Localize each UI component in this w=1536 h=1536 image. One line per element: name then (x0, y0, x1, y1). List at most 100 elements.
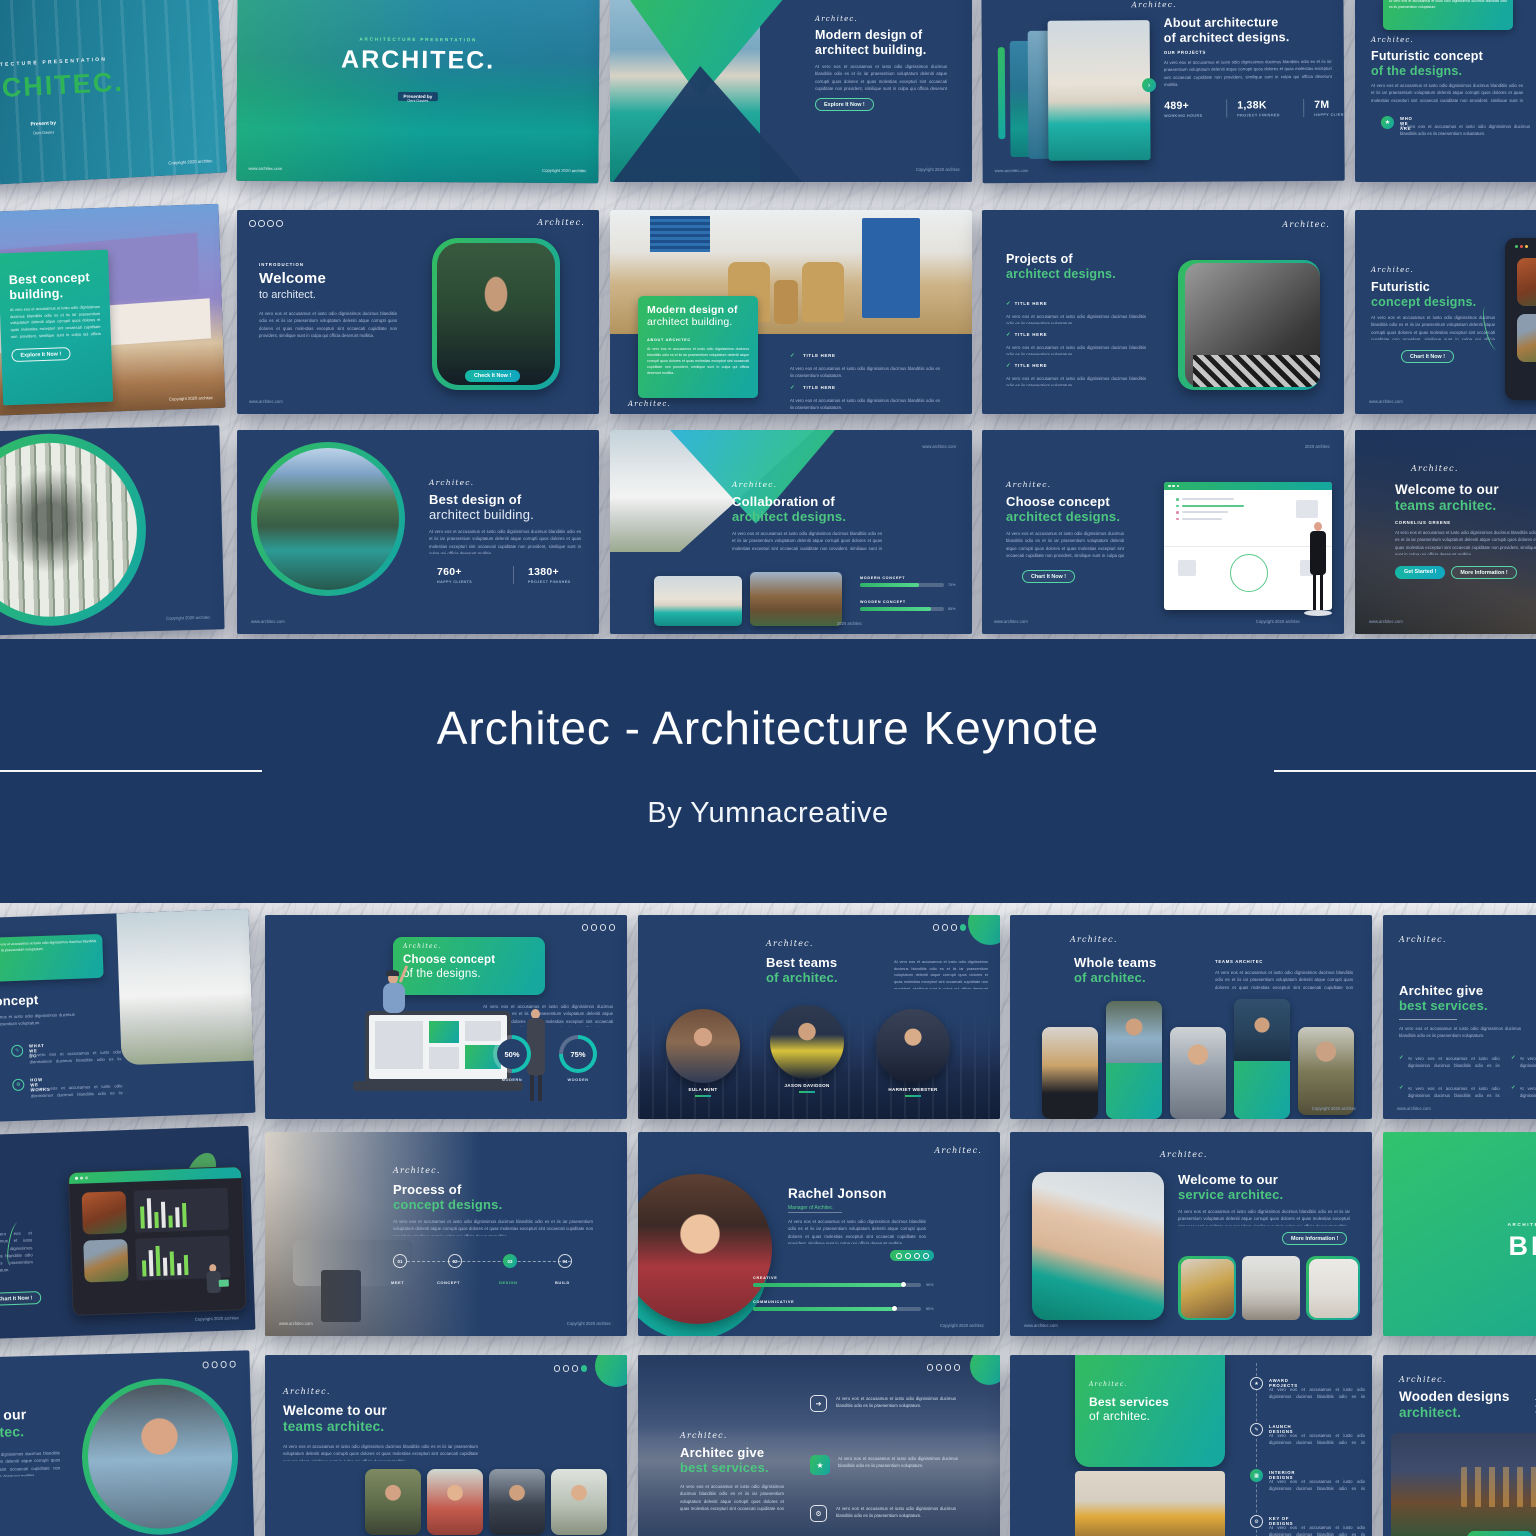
slide-services-checks[interactable]: Architec. Architec givebest services. At… (1383, 915, 1536, 1119)
website-link[interactable]: www.architec.com (1369, 619, 1403, 624)
more-info-button[interactable]: More Information ! (1451, 566, 1516, 579)
sofa-icon: ▦ (1250, 1469, 1263, 1482)
explore-button[interactable]: Explore It Now ! (815, 98, 874, 111)
slide-modern-design-interior[interactable]: Modern design ofarchitect building. ABOU… (610, 210, 972, 414)
title-here-item: ✓ TITLE HERE At vero eos et accusamus et… (790, 376, 940, 409)
blue-slat-window (650, 216, 710, 252)
stat-happy-clients: 760+HAPPY CLIENTS (437, 566, 499, 584)
pinterest-icon (609, 924, 616, 931)
blue-door (862, 218, 920, 318)
slide-welcome-member[interactable]: Welcome to ourteams architec. At vero eo… (0, 1350, 255, 1536)
slide-cover-corridor[interactable]: ARCHITECTURE PRESENTATION ARCHITEC. Pres… (0, 0, 227, 191)
website-link[interactable]: www.architec.com (1369, 399, 1403, 404)
pinterest-icon (276, 220, 283, 227)
rattan-chair (802, 262, 844, 322)
award-icon: ★ (1250, 1377, 1263, 1390)
mini-photo-frame (1178, 1256, 1236, 1320)
divider (1226, 100, 1227, 118)
donut-modern: 50% MODERN (493, 1035, 531, 1082)
slide-choose-concept-illustration[interactable]: Architec. Choose conceptof the designs. … (265, 915, 627, 1119)
body (383, 983, 405, 1013)
brand-logo-script: Architec. (1131, 0, 1176, 9)
slide-dashboard-charts[interactable]: At vero eos et accusamus et iusto odio d… (0, 1126, 255, 1343)
chart-button[interactable]: Chart It Now ! (1401, 350, 1454, 363)
website-link[interactable]: www.architec.com (1397, 1106, 1431, 1111)
website-link[interactable]: www.architec.com (279, 1321, 313, 1326)
website-link[interactable]: www.architec.com (251, 619, 285, 624)
photo-wooden-house-night (1391, 1433, 1536, 1536)
brand-logo-script: Architec. (680, 1431, 728, 1440)
member-card (1298, 1027, 1354, 1115)
title-panel: Architec. Best servicesof architec. (1075, 1355, 1225, 1467)
chevron-right-icon[interactable]: › (1142, 78, 1156, 92)
photo-white-house (116, 909, 253, 1066)
slide-choose-concept-window[interactable]: 2020 architec Architec. Choose conceptar… (982, 430, 1344, 634)
slide-collaboration[interactable]: www.architec.com Architec. Collaboration… (610, 430, 972, 634)
photo-yellow-couch (1075, 1471, 1225, 1536)
slide-services-photo[interactable]: Architec. Architec givebest services. At… (638, 1355, 1000, 1536)
website-link[interactable]: www.architec.com (995, 168, 1029, 173)
slide-best-teams[interactable]: Architec. Best teamsof architec. At vero… (638, 915, 1000, 1119)
item-text: At vero eos et accusamus et iusto odio d… (1269, 1386, 1365, 1400)
shadow (1304, 610, 1332, 616)
slide-process-timeline[interactable]: Architec. Process ofconcept designs. At … (265, 1132, 627, 1336)
copyright: 2020 architec (1305, 444, 1330, 449)
brand-logo-script: Architec. (934, 1146, 982, 1155)
slide-best-concept[interactable]: Best conceptbuilding. At vero eos et acc… (0, 204, 225, 421)
more-info-button[interactable]: More Information ! (1282, 1232, 1347, 1245)
slide-best-services-timeline[interactable]: Architec. Best servicesof architec. ★ AW… (1010, 1355, 1372, 1536)
slide-whole-teams[interactable]: Architec. Whole teamsof architec. TEAMS … (1010, 915, 1372, 1119)
screen-block-green (429, 1021, 459, 1043)
website-link[interactable]: www.architec.com (1024, 1323, 1058, 1328)
member-photo (1234, 999, 1290, 1061)
website-link[interactable]: www.architec.com (994, 619, 1028, 624)
section-label: OUR PROJECTS (1164, 50, 1206, 55)
copyright: Copyright 2020 architec (940, 1323, 984, 1328)
brand-logo-script: Architec. (283, 1387, 331, 1396)
slide-welcome-teams-cta[interactable]: Architec. Welcome to ourteams architec. … (1355, 430, 1536, 634)
slide-futuristic-concept[interactable]: At vero eos et accusamus et iusto odio d… (1355, 0, 1536, 182)
slide-cover-pool[interactable]: Architec. ARCHITECTURE PRESENTATION ARCH… (236, 0, 599, 183)
photo-frame (1178, 260, 1320, 390)
slide-circle-atrium[interactable]: Copyright 2020 architec (0, 425, 225, 638)
slide-title: Whole teamsof architec. (1074, 955, 1156, 986)
chart-button[interactable]: Chart It Now ! (1022, 570, 1075, 583)
slide-what-we-do[interactable]: At vero eos et accusamus et iusto odio d… (0, 909, 255, 1126)
step-label: MEET (391, 1280, 404, 1285)
body-text: At vero eos et accusamus et iusto odio d… (10, 304, 101, 339)
member-photo (666, 1009, 740, 1083)
slide-wooden-designs[interactable]: Architec. Wooden designsarchitect. At ve… (1383, 1355, 1536, 1536)
get-started-button[interactable]: Get Started ! (1395, 566, 1445, 579)
slide-title: Welcome to ourteams architec. (1395, 482, 1499, 514)
slide-best-design[interactable]: Architec. Best design ofarchitect buildi… (237, 430, 599, 634)
body-text: At vero eos et accusamus et iusto odio d… (732, 530, 882, 550)
website-link[interactable]: www.architec.com (249, 399, 283, 404)
website-link[interactable]: www.architec.com (248, 166, 282, 171)
rug-pattern (1193, 355, 1320, 387)
slide-title: Choose conceptarchitect designs. (1006, 494, 1120, 525)
slide-break[interactable]: Architec. ARCHITECTURE PRESENTATION BREA… (1383, 1132, 1536, 1336)
member-photo (1106, 1001, 1162, 1063)
price-tag: $ 456.000 (1467, 1531, 1533, 1536)
slide-futuristic-designs[interactable]: Architec. Futuristicconcept designs. At … (1355, 210, 1536, 414)
slide-welcome-teams[interactable]: Architec. Welcome to ourteams architec. … (265, 1355, 627, 1536)
list-lines (1176, 498, 1244, 520)
chart-button[interactable]: Chart It Now ! (0, 1291, 41, 1306)
slide-projects[interactable]: Architec. Projects ofarchitect designs. … (982, 210, 1344, 414)
check-button[interactable]: Check It Now ! (465, 370, 520, 382)
body-text: At vero eos et accusamus et iusto odio d… (1371, 82, 1523, 102)
website-link[interactable]: www.architec.com (922, 444, 956, 449)
slide-title: About architectureof architect designs. (1164, 15, 1334, 46)
social-icons (554, 1365, 588, 1372)
slide-subtitle: to architect. (259, 289, 316, 301)
photo-villa-pool (654, 576, 742, 626)
instagram-icon (220, 1361, 227, 1368)
explore-button[interactable]: Explore It Now ! (11, 347, 70, 362)
slide-modern-design-x[interactable]: Architec. Modern design ofarchitect buil… (610, 0, 972, 182)
slide-welcome-intro[interactable]: Architec. INTRODUCTION Welcome to archit… (237, 210, 599, 414)
website-link[interactable]: www.architec.com (1383, 1321, 1536, 1326)
body-text: At vero eos et accusamus et iusto odio d… (0, 1229, 33, 1277)
slide-member-profile[interactable]: Architec. Rachel Jonson Manager of Archi… (638, 1132, 1000, 1336)
slide-service[interactable]: Architec. Welcome to ourservice architec… (1010, 1132, 1372, 1336)
slide-about-architecture[interactable]: › Architec. About architectureof archite… (981, 0, 1344, 183)
